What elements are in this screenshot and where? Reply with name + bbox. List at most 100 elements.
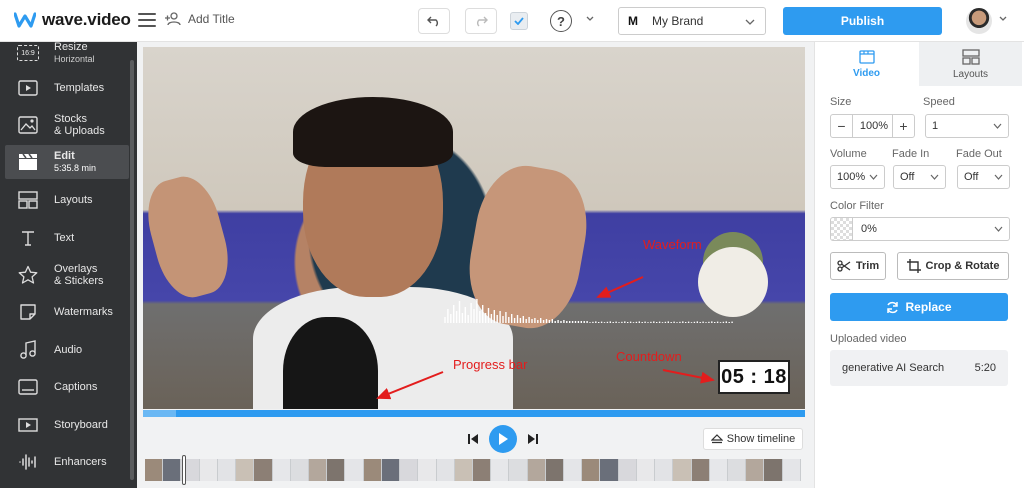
timeline-thumbnail — [436, 459, 455, 481]
tab-video[interactable]: Video — [815, 42, 918, 86]
sidebar-item-label: Templates — [54, 82, 105, 94]
sidebar-item-captions[interactable]: Captions — [5, 370, 129, 404]
play-button[interactable] — [489, 425, 517, 453]
sidebar-item-label: Overlays — [54, 263, 98, 275]
undo-button[interactable] — [418, 8, 450, 34]
hamburger-menu-icon[interactable] — [138, 13, 156, 27]
plus-icon[interactable]: + — [892, 115, 914, 137]
crop-icon — [906, 259, 921, 273]
timeline-strip[interactable] — [145, 459, 801, 481]
add-title-button[interactable]: Add Title — [164, 12, 235, 26]
sidebar-item-templates[interactable]: Templates — [5, 71, 129, 105]
sidebar-item-sub: & Uploads — [54, 125, 105, 137]
timeline-thumbnail — [636, 459, 656, 481]
crop-rotate-button[interactable]: Crop & Rotate — [897, 252, 1009, 280]
timeline-thumbnail — [527, 459, 546, 481]
skip-forward-icon[interactable] — [527, 433, 539, 445]
app-logo[interactable]: wave.video — [14, 10, 131, 30]
sidebar-item-storyboard[interactable]: Storyboard — [5, 408, 129, 442]
sidebar-item-resize[interactable]: 16:9 Resize Horizontal — [5, 42, 129, 70]
color-filter-value: 0% — [861, 223, 877, 235]
sidebar-item-overlays[interactable]: Overlays & Stickers — [5, 258, 129, 292]
sidebar-item-label: Layouts — [54, 194, 93, 206]
help-icon[interactable]: ? — [550, 10, 572, 32]
playback-controls — [467, 425, 539, 453]
replace-button[interactable]: Replace — [830, 293, 1008, 321]
sidebar-item-edit[interactable]: Edit 5:35.8 min — [5, 145, 129, 179]
timeline-playhead[interactable] — [182, 455, 186, 485]
undo-icon — [427, 16, 438, 27]
replace-label: Replace — [905, 300, 952, 314]
chevron-down-icon — [994, 226, 1003, 232]
sidebar-item-audio[interactable]: Audio — [5, 333, 129, 367]
transparency-swatch — [831, 218, 853, 240]
progress-fill — [143, 410, 177, 417]
size-label: Size — [830, 96, 852, 108]
show-timeline-label: Show timeline — [726, 433, 796, 445]
tab-layouts[interactable]: Layouts — [919, 42, 1022, 86]
timeline-thumbnail — [327, 459, 346, 481]
trim-button[interactable]: Trim — [830, 252, 886, 280]
timeline-thumbnail — [564, 459, 583, 481]
captions-icon — [17, 376, 39, 398]
tab-video-label: Video — [852, 67, 881, 79]
scissors-icon — [837, 260, 851, 272]
chevron-down-icon[interactable] — [585, 14, 595, 24]
sidebar-item-sub: Horizontal — [54, 54, 95, 64]
fade-out-select[interactable]: Off — [957, 165, 1010, 189]
video-tab-icon — [858, 49, 875, 64]
video-preview[interactable]: Waveform Progress bar Countdown 05 : 18 — [143, 47, 805, 409]
sidebar-item-watermarks[interactable]: Watermarks — [5, 295, 129, 329]
timeline-thumbnail — [764, 459, 783, 481]
timeline-thumbnail — [199, 459, 218, 481]
chevron-down-icon[interactable] — [998, 14, 1008, 24]
color-filter-select[interactable]: 0% — [830, 217, 1010, 241]
volume-select[interactable]: 100% — [830, 165, 885, 189]
timeline-thumbnail — [400, 459, 419, 481]
sidebar-item-enhancers[interactable]: Enhancers — [5, 445, 129, 479]
sidebar-item-label: Audio — [54, 344, 83, 356]
speed-label: Speed — [923, 96, 955, 108]
resize-icon: 16:9 — [17, 42, 39, 64]
properties-panel: Video Layouts Size Speed − 100% + 1 Volu… — [814, 42, 1024, 488]
redo-button[interactable] — [465, 8, 497, 34]
timeline-thumbnail — [673, 459, 692, 481]
skip-back-icon[interactable] — [467, 433, 479, 445]
sidebar-item-text[interactable]: Text — [5, 221, 129, 255]
timeline-thumbnail — [163, 459, 182, 481]
video-progress-bar[interactable] — [143, 410, 805, 417]
timeline-thumbnail — [545, 459, 565, 481]
uploaded-video-item[interactable]: generative AI Search 5:20 — [830, 350, 1008, 386]
autosave-checkbox[interactable] — [510, 12, 528, 30]
speed-select[interactable]: 1 — [925, 114, 1009, 138]
timeline-thumbnail — [655, 459, 674, 481]
timeline-thumbnail — [509, 459, 528, 481]
color-filter-label: Color Filter — [830, 200, 884, 212]
sidebar-item-stocks[interactable]: Stocks & Uploads — [5, 108, 129, 142]
sidebar-item-layouts[interactable]: Layouts — [5, 183, 129, 217]
wave-logo-icon — [14, 12, 36, 28]
sidebar-item-label: Watermarks — [54, 306, 113, 318]
eject-icon — [710, 434, 723, 444]
volume-value: 100% — [837, 171, 866, 183]
minus-icon[interactable]: − — [831, 115, 853, 137]
fade-in-select[interactable]: Off — [893, 165, 946, 189]
fade-out-label: Fade Out — [956, 148, 1002, 160]
size-stepper[interactable]: − 100% + — [830, 114, 915, 138]
brand-name: My Brand — [652, 14, 704, 28]
left-sidebar: 16:9 Resize Horizontal Templates Stocks & … — [0, 42, 137, 488]
fade-out-value: Off — [964, 171, 979, 183]
sidebar-item-label: Text — [54, 232, 75, 244]
text-icon — [17, 227, 39, 249]
speed-value: 1 — [932, 120, 939, 132]
publish-button[interactable]: Publish — [783, 7, 942, 35]
image-icon — [17, 114, 39, 136]
timeline-thumbnail — [145, 459, 164, 481]
star-icon — [17, 264, 39, 286]
user-avatar[interactable] — [966, 8, 992, 34]
brand-initial: M — [628, 14, 638, 28]
brand-select[interactable]: M My Brand — [618, 7, 766, 35]
show-timeline-button[interactable]: Show timeline — [703, 428, 803, 450]
add-user-icon — [165, 12, 181, 26]
sidebar-scrollbar[interactable] — [130, 60, 134, 480]
